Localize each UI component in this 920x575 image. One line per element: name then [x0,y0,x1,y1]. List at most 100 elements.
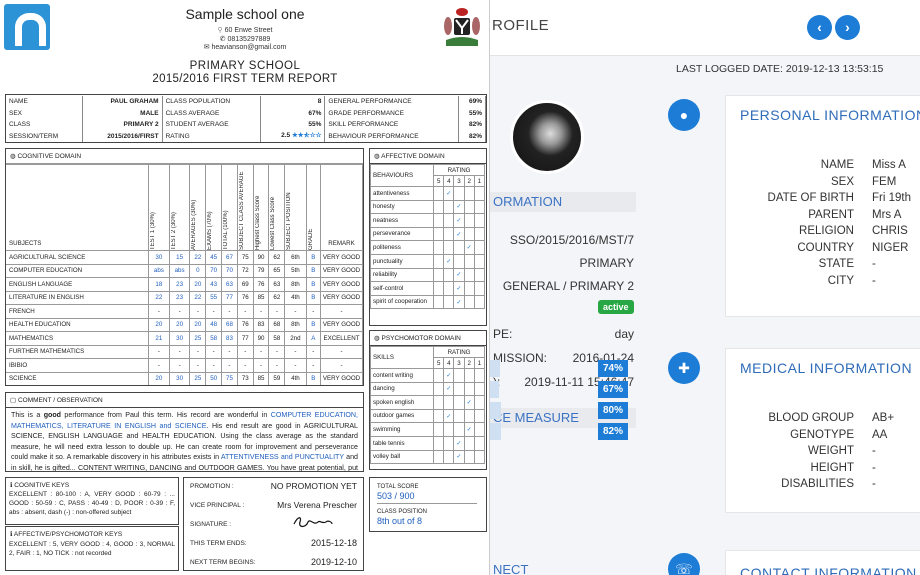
rating-cell [453,186,465,201]
score-cell: - [305,358,322,373]
rating-cell [433,240,445,255]
info-value: 67% [260,107,326,120]
rating-cell [433,226,445,242]
info-value: 82% [458,130,487,143]
rating-cell [473,267,486,283]
column-header-label: EXAMS (70%) [207,211,214,250]
info-label: CLASS [6,119,83,131]
rating-cell [433,422,445,437]
rating-cell [473,294,486,310]
class-position-label: CLASS POSITION [377,509,428,515]
info-value: - [872,274,876,287]
affective-keys-title: ℹ AFFECTIVE/PSYCHOMOTOR KEYS [10,531,123,538]
rating-cell [443,281,455,296]
rating-cell [463,213,475,228]
rating-cell [473,368,486,383]
rating-cell: ✓ [443,186,455,201]
score-cell: 22 [189,290,207,305]
next-button[interactable]: › [835,15,860,40]
rating-cell: ✓ [453,226,465,242]
score-cell: 4th [284,290,307,305]
previous-button[interactable]: ‹ [807,15,832,40]
rating-cell: ✓ [453,435,465,451]
column-header-label: TEST 2 (30%) [170,212,177,250]
info-label: SKILL PERFORMANCE [324,119,459,131]
info-label: HEIGHT [810,461,854,474]
score-cell: 83 [252,317,270,332]
rating-cell [453,240,465,255]
info-value: - [872,445,876,457]
info-value: 55% [260,119,326,131]
score-cell: 79 [252,263,270,278]
score-cell: - [189,358,207,373]
rating-scale-cell: 4 [443,357,455,369]
column-header: EXAMS (70%) [205,164,223,251]
personal-information-card: PERSONAL INFORMATION NAME Miss A SEX FEM DAT… [725,95,920,317]
measure-badge: 82% [598,423,628,440]
info-row: NAME PAUL GRAHAM CLASS POPULATION 8 GENERAL … [6,96,487,108]
column-header: SUBJECTS [6,164,149,251]
rating-cell [433,395,445,410]
rating-cell [433,281,445,296]
status-badge: active [598,300,634,314]
score-cell: - [168,344,191,359]
rating-scale-cell: 3 [453,357,465,369]
score-cell: 22 [148,290,170,305]
item-name: self-control [370,281,435,296]
rating-cell [463,253,475,269]
rating-cell [443,226,455,242]
column-header-label: TEST 1 (30%) [150,212,156,250]
info-label: COUNTRY [797,241,854,254]
info-label: STUDENT AVERAGE [162,119,261,131]
score-cell: - [205,304,223,319]
score-cell: 55 [205,290,223,305]
contact-icon: ☏ [668,553,700,575]
subject-name: LITERATURE IN ENGLISH [6,290,149,305]
table-row: LITERATURE IN ENGLISH 22 23 22 55 77 76 85 62 4th… [6,290,363,305]
score-cell: - [305,304,322,319]
info-row: SESSION/TERM 2015/2016/FIRST RATING 2.5 ★★⯪… [6,130,487,143]
score-summary-panel: TOTAL SCORE 503 / 900 CLASS POSITION 8th… [369,477,487,532]
info-label: GRADE PERFORMANCE [324,107,459,120]
comment-segment: This is a [11,411,44,419]
score-cell: 85 [252,371,270,385]
page-title: ROFILE [492,17,550,34]
score-cell: - [320,304,363,319]
score-cell: B [305,263,322,278]
score-cell: 63 [221,277,238,292]
rating-cell: ✓ [443,381,455,397]
promotion-value: NO PROMOTION YET [270,481,357,491]
score-cell: 68 [221,317,238,332]
comment-segment: performance from Paul this term. His rec… [61,411,271,419]
info-value: CHRIS [872,225,908,237]
score-cell: 72 [236,263,254,278]
score-cell: 85 [252,290,270,305]
total-score-value: 503 / 900 [377,491,415,501]
score-cell: B [305,250,322,265]
item-name: content writing [370,368,435,383]
score-cell: - [168,358,191,373]
subject-name: HEALTH EDUCATION [6,317,149,332]
rating-cell: ✓ [453,199,465,215]
info-label: SEX [830,175,854,188]
info-label: RATING [162,130,261,143]
info-label: NAME [6,96,83,108]
rating-cell [443,240,455,255]
rating-stars: ★★⯪☆☆ [292,132,321,139]
info-label: SESSION/TERM [6,130,83,143]
vice-principal-label: VICE PRINCIPAL : [190,502,245,509]
type-label: PE: [493,327,513,341]
measure-badge: 74% [598,360,628,377]
medical-information-card: MEDICAL INFORMATION BLOOD GROUP AB+ GENOTY… [725,348,920,513]
next-term-value: 2019-12-10 [310,557,357,567]
rating-cell [443,395,455,410]
score-cell: 63 [268,277,286,292]
personal-information-title: PERSONAL INFORMATION [740,107,920,123]
score-cell: 23 [168,277,191,292]
info-value: 2015/2016/FIRST [82,130,163,143]
subject-name: MATHEMATICS [6,331,149,346]
column-header: REMARK [320,164,363,251]
info-value: Fri 19th [872,192,911,204]
score-cell: 30 [148,250,170,265]
score-cell: 62 [268,290,286,305]
